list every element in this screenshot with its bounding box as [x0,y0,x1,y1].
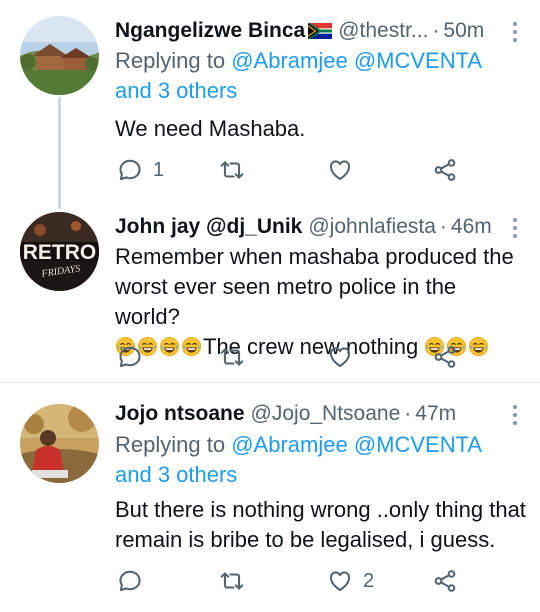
like-button[interactable] [327,342,353,372]
timestamp[interactable]: 46m [451,212,492,242]
avatar[interactable] [20,404,99,483]
reply-button[interactable]: 1 [117,155,164,185]
share-icon [432,157,458,183]
user-handle[interactable]: @Jojo_Ntsoane [251,399,401,429]
tweet-actions [115,342,475,372]
others-link[interactable]: and 3 others [115,462,237,487]
display-name[interactable]: John jay @dj_Unik [115,212,302,242]
more-icon[interactable] [512,216,518,240]
more-icon[interactable] [512,20,518,44]
mention-link[interactable]: @Abramjee [231,432,348,457]
more-icon[interactable] [512,403,518,427]
tweet[interactable]: Jojo ntsoane @Jojo_Ntsoane · 47m Replyin… [0,383,540,612]
separator-dot: · [432,19,440,42]
tweet-text: We need Mashaba. [115,116,306,141]
reply-button[interactable] [117,342,143,372]
replying-to-label: Replying to [115,48,232,73]
retweet-button[interactable] [219,342,245,372]
like-icon [327,568,353,594]
share-button[interactable] [432,566,458,596]
display-name[interactable]: Jojo ntsoane [115,399,245,429]
like-button[interactable]: 2 [327,566,374,596]
share-button[interactable] [432,155,458,185]
user-handle[interactable]: @johnlafiesta [308,212,436,242]
retweet-button[interactable] [219,155,245,185]
reply-icon [117,157,143,183]
replying-to-label: Replying to [115,432,232,457]
replying-to: Replying to @Abramjee @MCVENTA and 3 oth… [115,46,516,106]
retweet-button[interactable] [219,566,245,596]
south-africa-flag-icon [308,23,333,39]
tweet-actions: 2 [115,566,475,596]
display-name[interactable]: Ngangelizwe Binca [115,16,305,46]
reply-button[interactable] [117,566,143,596]
reply-count: 1 [153,158,165,181]
avatar-retro-text: RETRO [23,241,97,264]
retweet-icon [219,157,245,183]
share-button[interactable] [432,342,458,372]
avatar[interactable]: RETRO FRIDAYS [20,212,99,291]
reply-icon [117,568,143,594]
tweet-text: But there is nothing wrong ..only thing … [115,497,526,552]
separator-dot: · [404,402,412,425]
tweet-header: Ngangelizwe Binca @thestr... · 50m [115,16,516,46]
user-handle[interactable]: @thestr... [338,16,428,46]
tweet-text-line: worst ever seen metro police in the worl… [115,274,457,329]
share-icon [432,568,458,594]
tweet[interactable]: RETRO FRIDAYS John jay @dj_Unik @johnlaf… [0,192,540,382]
tweet[interactable]: Ngangelizwe Binca @thestr... · 50m Reply… [0,0,540,209]
reply-icon [117,344,143,370]
avatar[interactable] [20,16,99,95]
tweet-header: John jay @dj_Unik @johnlafiesta · 46m [115,212,516,242]
tweet-text-line: Remember when mashaba produced the [115,244,514,269]
tweet-actions: 1 [115,155,475,185]
like-icon [327,157,353,183]
replying-to: Replying to @Abramjee @MCVENTA and 3 oth… [115,430,516,490]
retweet-icon [219,568,245,594]
like-count: 2 [363,569,375,592]
separator-dot: · [439,215,447,238]
timestamp[interactable]: 50m [443,16,484,46]
timestamp[interactable]: 47m [415,399,456,429]
tweet-header: Jojo ntsoane @Jojo_Ntsoane · 47m [115,399,516,429]
share-icon [432,344,458,370]
others-link[interactable]: and 3 others [115,78,237,103]
like-button[interactable] [327,155,353,185]
retweet-icon [219,344,245,370]
mention-link[interactable]: @MCVENTA [354,432,481,457]
mention-link[interactable]: @MCVENTA [354,48,481,73]
like-icon [327,344,353,370]
mention-link[interactable]: @Abramjee [231,48,348,73]
